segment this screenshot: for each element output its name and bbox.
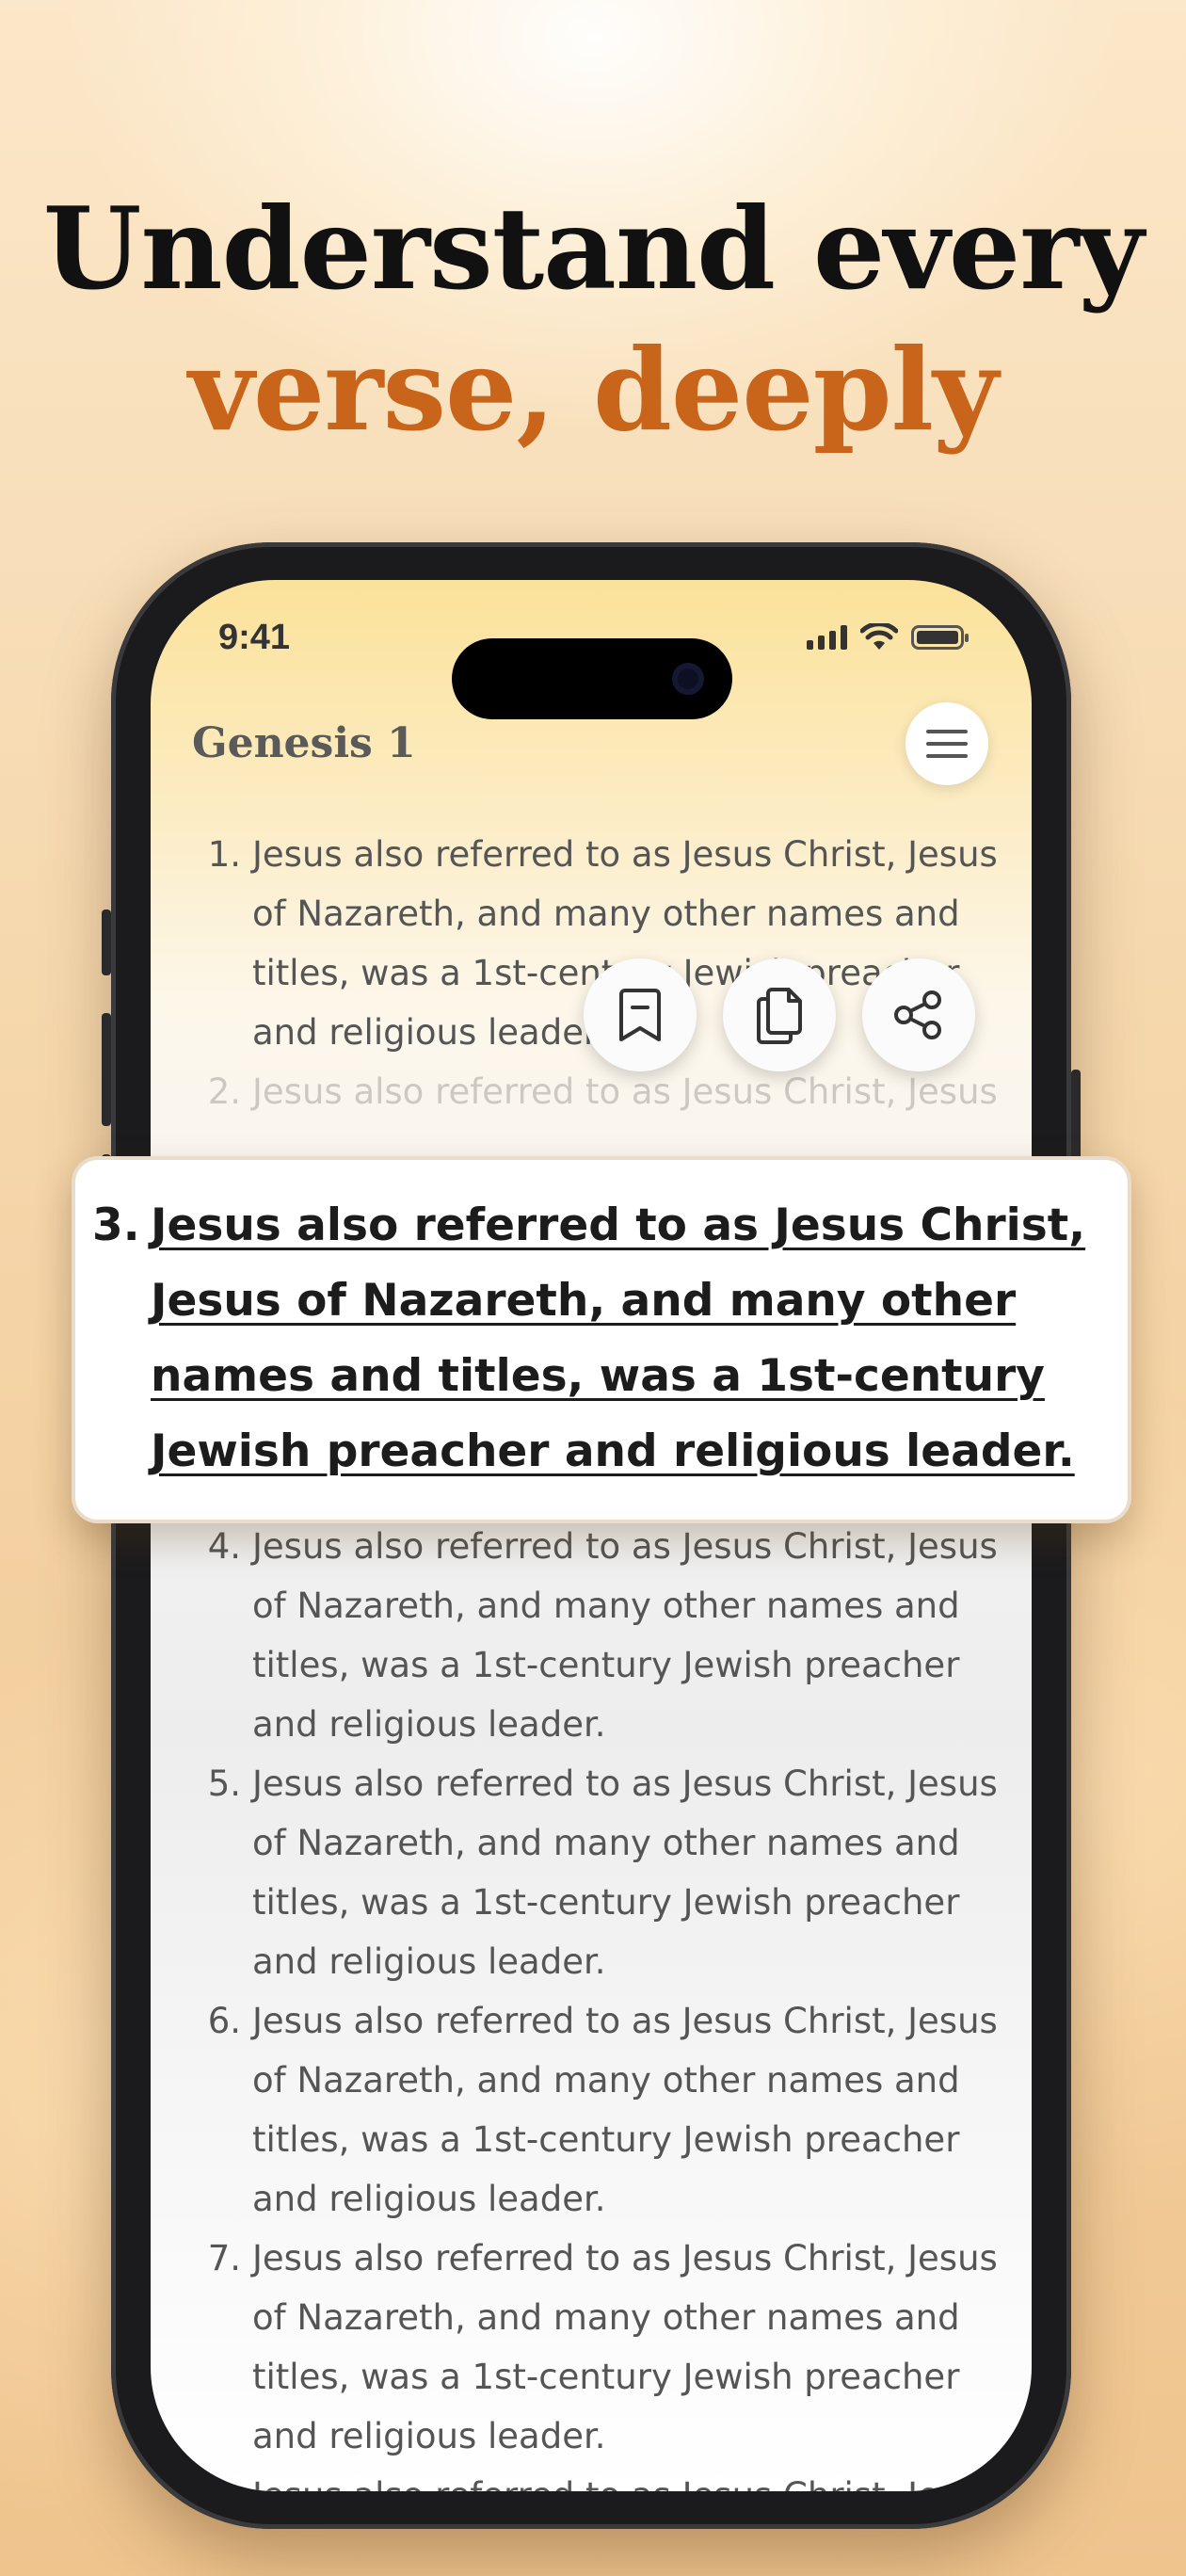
- status-icons: [807, 623, 969, 652]
- verse-action-bar: [584, 958, 975, 1071]
- verse-text: Jesus also referred to as Jesus Christ, …: [252, 2466, 998, 2491]
- verse-text: Jesus also referred to as Jesus Christ, …: [252, 1763, 998, 1982]
- signal-icon: [807, 625, 847, 650]
- share-icon: [894, 990, 941, 1039]
- bookmark-icon: [619, 989, 661, 1041]
- copy-icon: [757, 988, 802, 1044]
- verse-number: 7.: [207, 2238, 241, 2278]
- status-time: 9:41: [218, 618, 291, 657]
- verse-item[interactable]: 6. Jesus also referred to as Jesus Chris…: [198, 1991, 998, 2229]
- phone-frame: 9:41 Genesis 1 1. Jesus also referred to…: [102, 542, 1081, 2529]
- hamburger-menu-icon: [926, 730, 968, 758]
- selected-verse-number: 3.: [92, 1199, 140, 1251]
- verse-number: 5.: [207, 1763, 241, 1804]
- verse-list: 1. Jesus also referred to as Jesus Chris…: [198, 825, 998, 2491]
- verse-text: Jesus also referred to as Jesus Christ, …: [252, 1526, 998, 1745]
- selected-verse-text: Jesus also referred to as Jesus Christ, …: [151, 1199, 1086, 1477]
- verse-number: 1.: [207, 834, 241, 875]
- verse-text: Jesus also referred to as Jesus Christ, …: [252, 2238, 998, 2456]
- verse-item[interactable]: 4. Jesus also referred to as Jesus Chris…: [198, 1517, 998, 1754]
- headline-line-1: Understand every: [42, 183, 1144, 315]
- verse-item[interactable]: 7. Jesus also referred to as Jesus Chris…: [198, 2229, 998, 2466]
- share-button[interactable]: [862, 958, 975, 1071]
- bookmark-button[interactable]: [584, 958, 697, 1071]
- selected-verse-card[interactable]: 3. Jesus also referred to as Jesus Chris…: [72, 1156, 1131, 1523]
- status-bar: 9:41: [151, 618, 1032, 719]
- verse-item[interactable]: 8. Jesus also referred to as Jesus Chris…: [198, 2466, 998, 2491]
- wifi-icon: [860, 623, 898, 650]
- phone-volume-up: [102, 1013, 111, 1126]
- menu-button[interactable]: [906, 702, 988, 785]
- verse-number: 2.: [207, 1071, 241, 1112]
- phone-screen: 9:41 Genesis 1 1. Jesus also referred to…: [151, 580, 1032, 2491]
- verse-item[interactable]: 5. Jesus also referred to as Jesus Chris…: [198, 1754, 998, 1991]
- verse-number: 8.: [198, 2466, 252, 2491]
- verse-number: 6.: [207, 2001, 241, 2041]
- chapter-title: Genesis 1: [192, 719, 416, 767]
- copy-button[interactable]: [723, 958, 836, 1071]
- dynamic-island: [452, 638, 732, 719]
- battery-icon: [911, 625, 969, 650]
- verse-number: 4.: [207, 1526, 241, 1567]
- verse-text: Jesus also referred to as Jesus Christ, …: [252, 2001, 998, 2219]
- headline-line-2: verse, deeply: [188, 324, 999, 457]
- headline: Understand every verse, deeply: [0, 179, 1186, 461]
- phone-action-button: [102, 910, 111, 975]
- front-camera: [672, 663, 704, 695]
